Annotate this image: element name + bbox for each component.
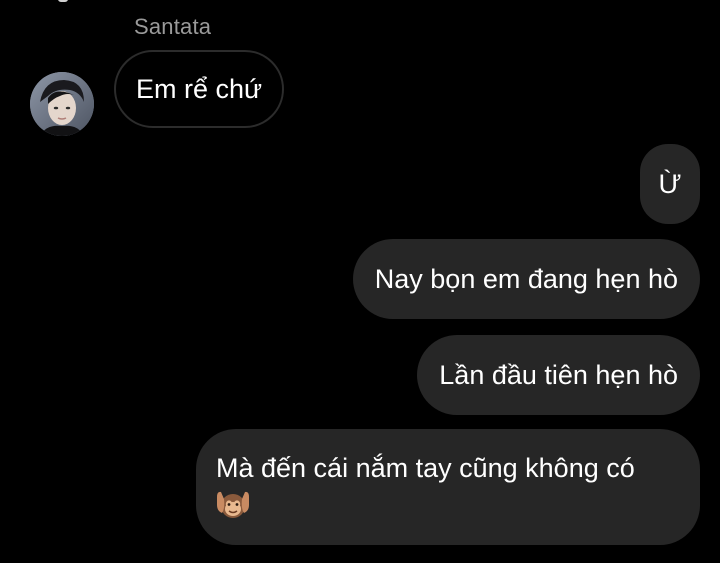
sender-name: Santata: [134, 14, 212, 39]
message-text: Nay bọn em đang hẹn hò: [374, 263, 678, 294]
message-text: Em rể chứ: [136, 73, 263, 104]
chat-screen: Santata Em rể chứ Ừ Nay bọn em đang hẹn …: [0, 0, 720, 563]
message-text: Mà đến cái nắm tay cũng không có: [216, 453, 635, 483]
message-text: Ừ: [658, 168, 682, 199]
avatar-photo-icon: [30, 72, 94, 136]
outgoing-message[interactable]: Mà đến cái nắm tay cũng không có: [196, 429, 700, 545]
monkey-covering-ears-icon: [216, 487, 250, 529]
outgoing-message[interactable]: Nay bọn em đang hẹn hò: [352, 239, 700, 319]
outgoing-message[interactable]: Lần đầu tiên hẹn hò: [417, 335, 700, 415]
message-text: Lần đầu tiên hẹn hò: [439, 359, 678, 390]
incoming-message[interactable]: Em rể chứ: [114, 50, 285, 128]
outgoing-message[interactable]: Ừ: [640, 144, 700, 224]
clipped-top-element: [58, 0, 68, 2]
sender-avatar[interactable]: [30, 72, 94, 136]
